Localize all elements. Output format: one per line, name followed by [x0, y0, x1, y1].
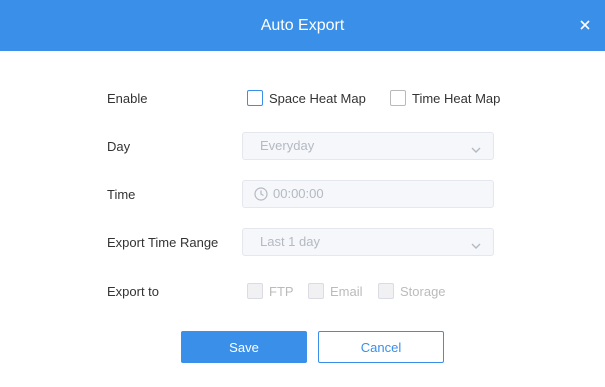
storage-checkbox[interactable]: Storage — [378, 283, 446, 299]
export-time-range-select[interactable]: Last 1 day — [242, 228, 494, 256]
export-to-label: Export to — [107, 284, 160, 299]
email-checkbox[interactable]: Email — [308, 283, 363, 299]
time-heat-map-label: Time Heat Map — [412, 90, 501, 106]
chevron-down-icon — [471, 142, 481, 160]
save-button[interactable]: Save — [181, 331, 307, 363]
ftp-checkbox[interactable]: FTP — [247, 283, 294, 299]
storage-label: Storage — [400, 283, 446, 299]
space-heat-map-checkbox[interactable]: Space Heat Map — [247, 90, 366, 106]
time-picker[interactable]: 00:00:00 — [242, 180, 494, 208]
export-time-range-value: Last 1 day — [260, 234, 320, 249]
close-icon[interactable] — [575, 15, 595, 35]
dialog-header: Auto Export — [0, 0, 605, 51]
auto-export-dialog: Auto Export Enable Space Heat Map Time H… — [0, 0, 605, 387]
checkbox-box[interactable] — [308, 283, 324, 299]
day-select[interactable]: Everyday — [242, 132, 494, 160]
cancel-button[interactable]: Cancel — [318, 331, 444, 363]
dialog-title: Auto Export — [260, 17, 345, 34]
checkbox-box[interactable] — [247, 283, 263, 299]
space-heat-map-label: Space Heat Map — [269, 90, 366, 106]
export-time-range-label: Export Time Range — [107, 235, 219, 250]
ftp-label: FTP — [269, 283, 294, 299]
clock-icon — [254, 187, 268, 206]
time-heat-map-checkbox[interactable]: Time Heat Map — [390, 90, 500, 106]
enable-label: Enable — [107, 91, 148, 106]
email-label: Email — [330, 283, 363, 299]
checkbox-box[interactable] — [390, 90, 406, 106]
chevron-down-icon — [471, 238, 481, 256]
day-label: Day — [107, 139, 131, 154]
checkbox-box[interactable] — [247, 90, 263, 106]
time-picker-value: 00:00:00 — [273, 186, 324, 201]
day-select-value: Everyday — [260, 138, 315, 153]
time-label: Time — [107, 187, 136, 202]
checkbox-box[interactable] — [378, 283, 394, 299]
